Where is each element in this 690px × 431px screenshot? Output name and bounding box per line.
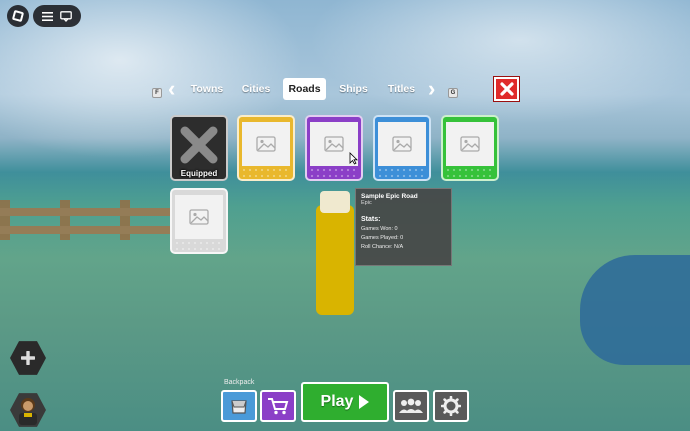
- tooltip-stats-heading: Stats:: [361, 216, 381, 223]
- close-icon: [499, 82, 514, 96]
- item-tooltip: Sample Epic Road Epic Stats: Games Won: …: [355, 188, 452, 266]
- backpack-icon: [231, 400, 247, 414]
- mouse-cursor-icon: [349, 152, 358, 165]
- next-tab-chevron-icon[interactable]: ›: [428, 78, 435, 100]
- group-icon: [399, 398, 423, 413]
- tab-titles[interactable]: Titles: [384, 78, 419, 100]
- card-pattern: [445, 167, 495, 177]
- tab-cities[interactable]: Cities: [238, 78, 274, 100]
- play-icon: [359, 395, 370, 409]
- equipped-x-icon: [180, 126, 218, 164]
- card-thumbnail: [242, 122, 290, 166]
- play-button[interactable]: Play: [301, 382, 389, 422]
- shop-button[interactable]: [260, 390, 296, 422]
- road-card[interactable]: [170, 188, 228, 254]
- tooltip-games-played: Games Played: 0: [361, 235, 404, 241]
- card-thumbnail: [175, 195, 223, 239]
- bush: [580, 255, 690, 365]
- prev-tab-chevron-icon[interactable]: ‹: [168, 78, 175, 100]
- gear-icon: [441, 396, 461, 416]
- card-thumbnail: [378, 122, 426, 166]
- tab-ships[interactable]: Ships: [336, 78, 371, 100]
- road-card[interactable]: [441, 115, 499, 181]
- roblox-menu-button[interactable]: [7, 5, 29, 27]
- chat-icon[interactable]: [59, 10, 72, 22]
- tab-roads[interactable]: Roads: [283, 78, 326, 100]
- player-character: [316, 191, 354, 315]
- tab-towns[interactable]: Towns: [188, 78, 226, 100]
- image-placeholder-icon: [460, 136, 480, 152]
- image-placeholder-icon: [256, 136, 276, 152]
- card-pattern: [174, 240, 224, 250]
- image-placeholder-icon: [324, 136, 344, 152]
- road-card-epic[interactable]: [305, 115, 363, 181]
- game-background: [0, 0, 690, 431]
- card-pattern: [309, 167, 359, 177]
- prev-tab-key: F: [152, 88, 162, 98]
- backpack-button[interactable]: [221, 390, 257, 422]
- add-icon: [21, 351, 35, 365]
- image-placeholder-icon: [392, 136, 412, 152]
- topbar-pill: [33, 5, 81, 27]
- settings-button[interactable]: [433, 390, 469, 422]
- card-thumbnail: [446, 122, 494, 166]
- hamburger-icon[interactable]: [42, 11, 54, 21]
- backpack-label: Backpack: [224, 379, 255, 386]
- cart-icon: [268, 398, 289, 415]
- road-card-equipped[interactable]: Equipped: [170, 115, 228, 181]
- play-label: Play: [320, 393, 354, 410]
- next-tab-key: G: [448, 88, 458, 98]
- equipped-label: Equipped: [180, 169, 218, 178]
- roblox-logo-icon: [11, 9, 25, 23]
- players-button[interactable]: [393, 390, 429, 422]
- road-card[interactable]: [373, 115, 431, 181]
- card-pattern: [241, 167, 291, 177]
- tooltip-roll-chance: Roll Chance: N/A: [361, 244, 404, 250]
- tooltip-games-won: Games Won: 0: [361, 226, 398, 232]
- avatar-icon: [19, 398, 37, 425]
- tooltip-title: Sample Epic Road: [361, 193, 418, 200]
- road-card[interactable]: [237, 115, 295, 181]
- tooltip-rarity: Epic: [361, 200, 372, 206]
- image-placeholder-icon: [189, 209, 209, 225]
- close-button[interactable]: [494, 77, 519, 101]
- card-pattern: [377, 167, 427, 177]
